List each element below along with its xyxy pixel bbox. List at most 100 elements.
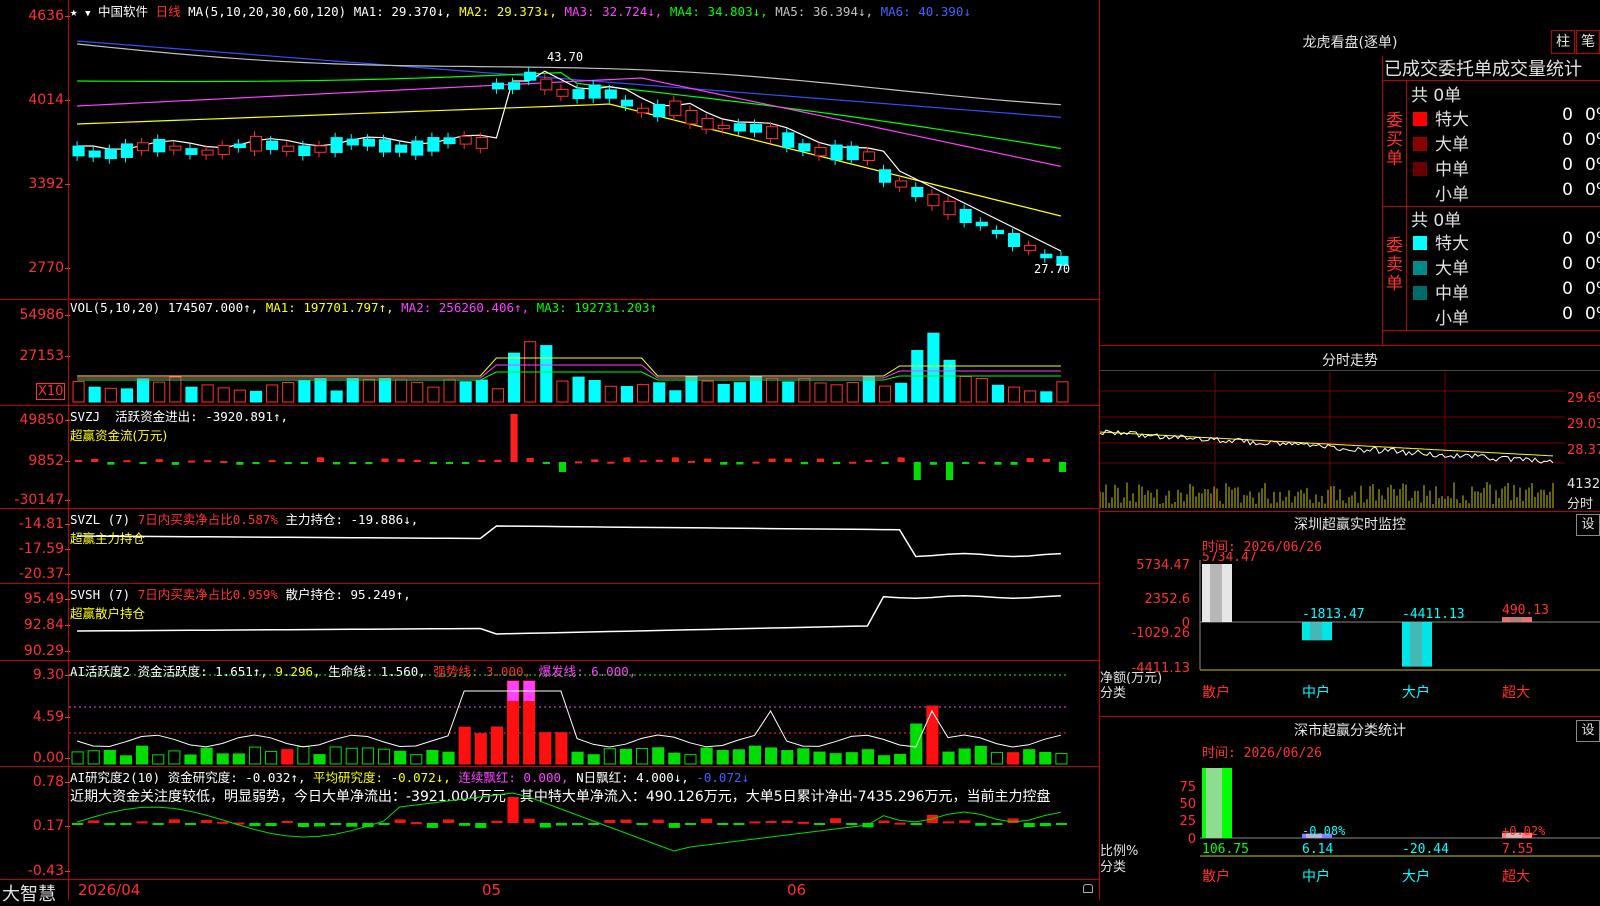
flow-bar [945, 462, 954, 480]
intraday-chart[interactable] [1100, 372, 1565, 510]
activity-bar [636, 748, 649, 765]
lock-icon[interactable] [1083, 884, 1093, 893]
flow-bar [1026, 458, 1034, 462]
buy-s-pct: 0% [1585, 180, 1600, 200]
candle-body [249, 135, 263, 152]
research-bar [88, 820, 100, 823]
flow-bar [236, 462, 244, 465]
sell-s-swatch [1413, 311, 1427, 325]
volume-bar [185, 386, 198, 403]
classify-bar-value: -20.44 [1402, 842, 1449, 857]
volume-bar [201, 384, 214, 403]
candle-body [411, 140, 424, 156]
month-06-label: 06 [787, 881, 807, 899]
volume-chart[interactable] [69, 314, 1099, 404]
flow-bar [268, 460, 276, 463]
volume-bar [346, 377, 359, 403]
candle-body [830, 144, 843, 161]
flow-bar [397, 459, 405, 462]
candlestick-chart[interactable] [69, 16, 1099, 298]
indicator-line [77, 595, 1061, 635]
sell-xl-pct: 0% [1585, 229, 1600, 249]
research-bar [72, 823, 84, 825]
volume-bar [991, 384, 1004, 403]
volume-bar [330, 390, 343, 403]
flow-bar [284, 462, 292, 464]
flow-bar [300, 462, 308, 464]
sell-s-val: 0 [1562, 304, 1573, 324]
candle-body [346, 138, 359, 146]
activity-bar [845, 752, 858, 765]
flow-bar [591, 459, 599, 462]
buy-total: 共 0单 [1411, 86, 1462, 106]
pen-mode-button[interactable]: 笔 [1576, 30, 1600, 54]
flow-bar [575, 461, 583, 464]
svsh-chart[interactable] [69, 584, 1099, 660]
sell-xl-swatch [1413, 236, 1427, 250]
volume-bar [169, 376, 182, 403]
classify-bar-change: -0.08% [1302, 824, 1346, 838]
classify-xlabel: 分类 [1100, 860, 1126, 875]
bar-mode-button[interactable]: 柱 [1551, 30, 1575, 54]
volume-bar [620, 386, 634, 403]
activity-bar [1055, 752, 1068, 765]
research-bar [201, 819, 213, 823]
volume-bar [975, 378, 988, 403]
research-bar [668, 823, 680, 828]
candle-body [895, 180, 908, 188]
sell-m-pct: 0% [1585, 279, 1600, 299]
classify-chart[interactable]: 75 50 25 0 106.75 散户 6.14 -0.08% 中户 -20.44 大户 7.55 +… [1100, 758, 1600, 900]
buy-xl-val: 0 [1562, 105, 1573, 125]
svzl-chart[interactable] [69, 509, 1099, 583]
candle-body [443, 137, 456, 145]
flow-bar [720, 462, 728, 465]
candle-body [653, 103, 666, 118]
flow-bar [1010, 462, 1018, 465]
vol-axis-label: 54986 [2, 307, 70, 323]
volume-bar [637, 384, 650, 403]
brand-logo[interactable]: 大智慧 [2, 880, 56, 906]
high-price-label: 43.70 [547, 50, 584, 64]
activity-bar [748, 745, 762, 765]
volume-bar [217, 387, 230, 403]
ai-research-chart[interactable] [69, 767, 1099, 879]
candle-body [378, 139, 392, 153]
longhu-title: 龙虎看盘(逐单) [1302, 35, 1398, 51]
monitor-chart[interactable]: 5734.472352.60-1029.26-4411.135734.47散户-… [1100, 552, 1600, 716]
volume-bar [653, 382, 666, 403]
volume-bar [249, 390, 263, 403]
monitor-category-label: 散户 [1202, 684, 1230, 701]
research-bar [297, 823, 309, 827]
buy-l-pct: 0% [1585, 130, 1600, 150]
classify-settings-button[interactable]: 设 [1576, 720, 1600, 742]
sell-s-pct: 0% [1585, 304, 1600, 324]
volume-bar [814, 382, 827, 403]
research-bar [330, 823, 342, 825]
svzj-chart[interactable] [69, 406, 1099, 508]
ai-active-chart[interactable] [69, 661, 1099, 766]
flow-bar [623, 457, 631, 462]
classify-axis-label: 0 [1188, 832, 1196, 847]
activity-bar [829, 753, 842, 765]
candle-body [169, 145, 182, 151]
sell-row-s: 小单 0 0% [1413, 304, 1600, 329]
classify-axis-label: 50 [1179, 797, 1196, 812]
research-bar [572, 823, 584, 825]
activity-bar [571, 751, 584, 765]
research-bar [959, 820, 971, 823]
research-bar [555, 823, 567, 826]
flow-bar [816, 458, 825, 462]
monitor-settings-button[interactable]: 设 [1576, 514, 1600, 536]
intraday-axis-label: 29.03 [1567, 417, 1600, 432]
main-chart-area[interactable]: ★ ▼ 中国软件 日线 MA(5,10,20,30,60,120) MA1: 2… [0, 0, 1100, 905]
candle-body [88, 150, 101, 158]
flow-bar [978, 461, 986, 464]
candle-body [685, 110, 698, 125]
flow-bar [462, 462, 470, 464]
volume-bar [443, 379, 456, 403]
activity-bar [248, 746, 262, 765]
monitor-bar-value: 490.13 [1502, 603, 1549, 618]
sell-xl-name: 特大 [1435, 234, 1469, 254]
flow-bar [220, 461, 228, 464]
activity-bar [474, 733, 487, 765]
